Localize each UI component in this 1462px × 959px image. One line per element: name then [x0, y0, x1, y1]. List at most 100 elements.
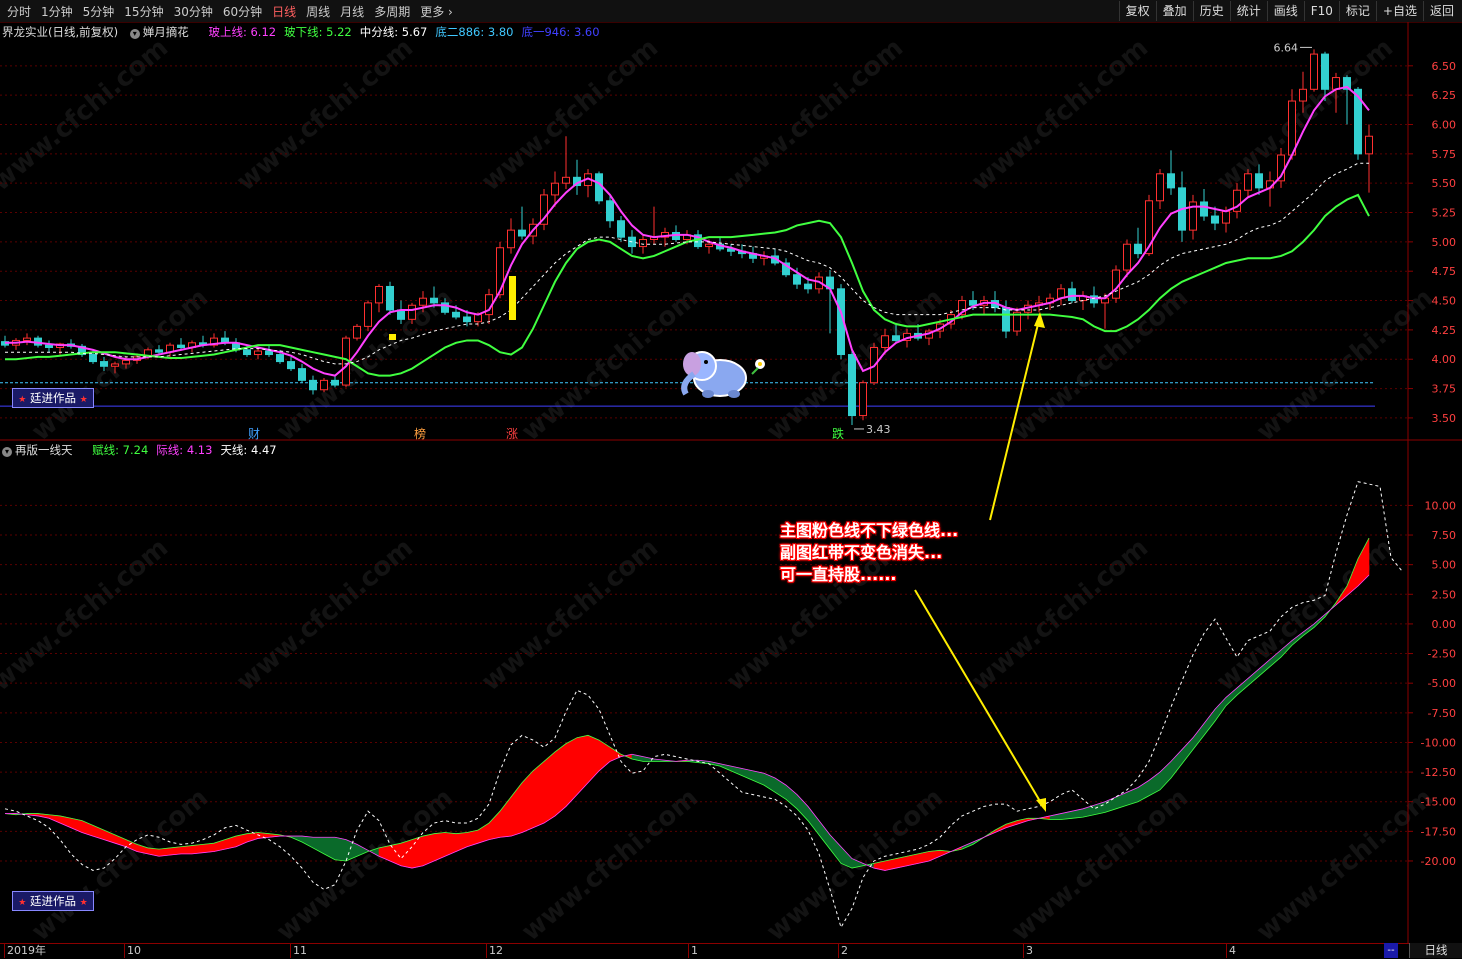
- band-segment: [1357, 537, 1370, 587]
- band-segment: [1181, 736, 1194, 765]
- main-tick-label: 5.25: [1432, 207, 1457, 220]
- star-icon: ★: [18, 898, 27, 908]
- band-segment: [543, 751, 556, 824]
- main-tick-label: 4.50: [1432, 295, 1457, 308]
- band-segment: [499, 796, 512, 838]
- sub-tick-label: -17.50: [1421, 825, 1456, 838]
- x-axis-label: 1: [688, 943, 698, 958]
- author-button-main[interactable]: ★ 廷进作品 ★: [12, 388, 94, 408]
- main-tick-label: 5.00: [1432, 236, 1457, 249]
- band-segment: [422, 833, 435, 867]
- sub-tick-label: -5.00: [1428, 677, 1456, 690]
- main-tick-label: 3.50: [1432, 412, 1457, 425]
- candle-body: [474, 314, 482, 323]
- band-segment: [400, 839, 413, 869]
- band-segment: [202, 842, 215, 854]
- band-segment: [928, 849, 941, 862]
- band-segment: [1302, 623, 1315, 637]
- candle-body: [969, 300, 977, 306]
- candle-body: [1068, 288, 1076, 302]
- band-segment: [576, 734, 589, 796]
- band-segment: [510, 781, 523, 837]
- annotation-line-2: 副图红带不变色消失...: [780, 543, 943, 562]
- author-button-sub[interactable]: ★ 廷进作品 ★: [12, 891, 94, 911]
- candle-body: [254, 350, 262, 356]
- band-segment: [301, 835, 314, 849]
- candle-body: [452, 311, 460, 318]
- candle-body: [1211, 215, 1219, 224]
- band-segment: [796, 793, 809, 822]
- main-tick-label: 6.25: [1432, 89, 1457, 102]
- high-label: 6.64: [1274, 41, 1299, 54]
- candle-body: [287, 361, 295, 370]
- candle-body: [705, 243, 713, 248]
- candle-body: [1299, 88, 1307, 102]
- main-tick-label: 4.75: [1432, 265, 1457, 278]
- candle-body: [309, 379, 317, 391]
- x-axis-label: 11: [290, 943, 307, 958]
- main-tick-label: 4.00: [1432, 353, 1457, 366]
- x-axis-bar: [0, 943, 1462, 959]
- candle-body: [639, 239, 647, 248]
- candle-body: [606, 200, 614, 222]
- band-segment: [411, 835, 424, 869]
- main-tick-label: 5.75: [1432, 148, 1457, 161]
- event-marker: 榜: [414, 426, 426, 441]
- annotation-arrow-up: [989, 315, 1041, 521]
- band-segment: [532, 760, 545, 829]
- candle-body: [1255, 173, 1263, 189]
- x-axis-label: 3: [1023, 943, 1033, 958]
- candle-body: [1002, 307, 1010, 332]
- candle-body: [430, 297, 438, 304]
- main-tick-label: 5.50: [1432, 177, 1457, 190]
- band-segment: [1214, 696, 1227, 723]
- candle-body: [859, 382, 867, 417]
- band-segment: [785, 784, 798, 810]
- band-segment: [587, 734, 600, 784]
- author-button-sub-label: 廷进作品: [30, 894, 76, 908]
- corner-indicator[interactable]: --: [1384, 943, 1398, 958]
- sub-tick-label: 2.50: [1432, 588, 1457, 601]
- band-segment: [1291, 631, 1304, 646]
- event-marker: 跌: [832, 426, 844, 441]
- x-axis-label: 12: [486, 943, 503, 958]
- candle-body: [1200, 201, 1208, 217]
- main-tick-label: 4.25: [1432, 324, 1457, 337]
- candle-body: [793, 274, 801, 285]
- low-label: 3.43: [866, 423, 891, 436]
- sub-tick-label: 7.50: [1432, 529, 1457, 542]
- sub-tick-label: -20.00: [1421, 855, 1456, 868]
- signal-bar: [389, 334, 396, 340]
- candle-body: [1365, 135, 1373, 155]
- sub-tick-label: -2.50: [1428, 648, 1456, 661]
- candle-body: [353, 325, 361, 339]
- event-marker: 涨: [506, 426, 518, 441]
- band-segment: [1346, 558, 1359, 597]
- candle-body: [320, 379, 328, 391]
- candle-body: [595, 173, 603, 202]
- candle-body: [419, 297, 427, 306]
- band-segment: [444, 832, 457, 857]
- candle-body: [1156, 173, 1164, 202]
- band-segment: [455, 832, 468, 852]
- sub-series-line: [4, 481, 1403, 929]
- candle-body: [375, 285, 383, 304]
- candle-body: [276, 354, 284, 363]
- x-axis-label: 4: [1226, 943, 1236, 958]
- candle-body: [1134, 243, 1142, 255]
- band-segment: [488, 810, 501, 841]
- band-segment: [829, 834, 842, 865]
- band-segment: [554, 743, 567, 817]
- candle-body: [892, 335, 900, 341]
- candle-body: [848, 354, 856, 417]
- main-series-line: [5, 162, 1369, 365]
- band-segment: [1159, 760, 1172, 791]
- candle-body: [1222, 210, 1230, 224]
- band-segment: [334, 836, 347, 862]
- candle-body: [1167, 173, 1175, 189]
- x-axis-label: 2: [838, 943, 848, 958]
- period-indicator[interactable]: 日线: [1409, 943, 1462, 958]
- candle-body: [177, 344, 185, 348]
- sub-tick-label: -10.00: [1421, 736, 1456, 749]
- candle-body: [617, 220, 625, 238]
